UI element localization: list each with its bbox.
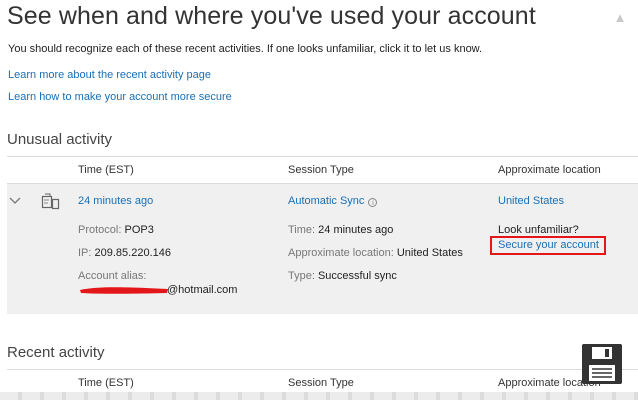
learn-more-activity-link[interactable]: Learn more about the recent activity pag…	[8, 69, 211, 81]
column-header-session: Session Type	[288, 377, 354, 389]
protocol-label: Protocol:	[78, 224, 122, 236]
chevron-down-icon[interactable]	[8, 193, 22, 207]
time-detail: Time: 24 minutes ago	[288, 224, 393, 236]
divider	[7, 156, 638, 157]
ip-label: IP:	[78, 247, 92, 259]
location-value: United States	[396, 247, 463, 259]
intro-text: You should recognize each of these recen…	[8, 43, 483, 55]
type-label: Type:	[288, 270, 315, 282]
location-detail: Approximate location: United States	[288, 247, 463, 259]
type-value: Successful sync	[317, 270, 397, 282]
ip-detail: IP: 209.85.220.146	[78, 247, 171, 259]
type-detail: Type: Successful sync	[288, 270, 397, 282]
unusual-activity-heading: Unusual activity	[7, 131, 113, 148]
activity-session-type[interactable]: Automatic Sync i	[288, 195, 378, 207]
time-label: Time:	[288, 224, 316, 236]
session-type-link[interactable]: Automatic Sync	[288, 195, 364, 207]
protocol-detail: Protocol: POP3	[78, 224, 154, 236]
recent-activity-heading: Recent activity	[7, 344, 105, 361]
learn-secure-account-link[interactable]: Learn how to make your account more secu…	[8, 91, 232, 103]
floppy-save-icon[interactable]	[582, 344, 622, 384]
info-icon[interactable]: i	[368, 198, 378, 207]
activity-location-link[interactable]: United States	[498, 195, 564, 207]
bottom-strip	[0, 392, 638, 400]
scroll-arrow-icon[interactable]: ▲	[609, 8, 631, 28]
column-header-time: Time (EST)	[78, 164, 134, 176]
activity-time-link[interactable]: 24 minutes ago	[78, 195, 153, 207]
secure-account-link[interactable]: Secure your account	[498, 239, 599, 251]
ip-value: 209.85.220.146	[94, 247, 171, 259]
column-header-time: Time (EST)	[78, 377, 134, 389]
divider	[7, 369, 638, 370]
redaction-mark	[80, 287, 168, 294]
sync-device-icon	[41, 193, 60, 210]
column-header-location: Approximate location	[498, 164, 601, 176]
page-title: See when and where you've used your acco…	[7, 2, 536, 30]
column-header-session: Session Type	[288, 164, 354, 176]
alias-label: Account alias:	[78, 270, 147, 282]
protocol-value: POP3	[124, 224, 154, 236]
account-alias-domain: @hotmail.com	[167, 284, 238, 296]
location-label: Approximate location:	[288, 247, 394, 259]
time-value: 24 minutes ago	[318, 224, 394, 236]
look-unfamiliar-text: Look unfamiliar?	[498, 224, 579, 236]
